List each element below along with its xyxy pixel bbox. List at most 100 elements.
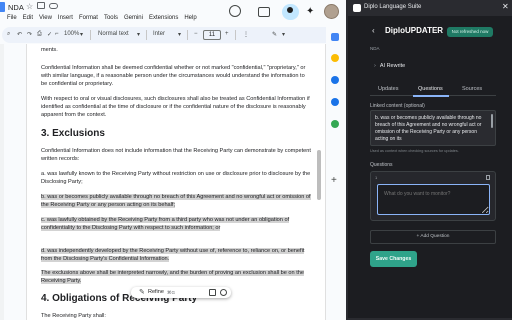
- font-size-input[interactable]: 11: [203, 30, 221, 40]
- share-people-icon[interactable]: [282, 4, 299, 20]
- refine-shortcut: ⌘G: [167, 289, 176, 295]
- delete-question-icon[interactable]: [486, 175, 490, 180]
- extension-title: Diplo Language Suite: [364, 4, 422, 10]
- tab-sources[interactable]: Sources: [462, 86, 482, 92]
- get-addons-icon[interactable]: +: [331, 175, 337, 186]
- menu-extensions[interactable]: Extensions: [149, 15, 178, 21]
- extension-titlebar: Diplo Language Suite ✕: [348, 0, 512, 16]
- paint-format-icon[interactable]: ⌐: [55, 31, 59, 37]
- emoji-reaction-icon[interactable]: [220, 289, 227, 296]
- menu-format[interactable]: Format: [79, 15, 98, 21]
- docs-toolbar: ⌕ ↶ ↷ ⎙ ✓ ⌐ 100% ▾ Normal text ▾ Inter ▾…: [2, 27, 342, 43]
- question-input[interactable]: [377, 184, 490, 215]
- panel-tabs: Updates Questions Sources: [370, 84, 496, 97]
- side-panel-icons: +: [326, 26, 346, 320]
- calendar-icon[interactable]: [331, 33, 339, 41]
- tab-updates[interactable]: Updates: [378, 86, 399, 92]
- paragraph-selected: The exclusions above shall be interprete…: [41, 269, 311, 285]
- list-item-selected: d. was independently developed by the Re…: [41, 247, 311, 263]
- list-item: a. was lawfully known to the Receiving P…: [41, 171, 311, 185]
- edit-mode-dropdown-icon[interactable]: ▾: [282, 31, 285, 38]
- menu-gemini[interactable]: Gemini: [124, 15, 143, 21]
- star-icon[interactable]: ☆: [26, 2, 33, 11]
- document-scrollbar[interactable]: [317, 150, 321, 200]
- toolbar-divider: [187, 30, 188, 40]
- docs-logo-icon[interactable]: [0, 2, 5, 12]
- more-options-icon[interactable]: ⋮: [243, 31, 249, 38]
- tab-questions[interactable]: Questions: [418, 86, 443, 92]
- cloud-status-icon[interactable]: [49, 3, 58, 9]
- menu-tools[interactable]: Tools: [104, 15, 118, 21]
- menu-bar: File Edit View Insert Format Tools Gemin…: [7, 15, 197, 21]
- zoom-dropdown-icon[interactable]: ▾: [80, 31, 83, 38]
- linked-content-field[interactable]: b. was or becomes publicly available thr…: [370, 110, 496, 146]
- selected-text[interactable]: b. was or becomes publicly available thr…: [41, 194, 311, 208]
- ai-rewrite-toggle[interactable]: › AI Rewrite: [374, 63, 405, 69]
- diplo-panel: Diplo Language Suite ✕ ‹ DiploUPDATER No…: [346, 0, 512, 320]
- close-icon[interactable]: ✕: [502, 2, 509, 11]
- menu-insert[interactable]: Insert: [58, 15, 73, 21]
- menu-view[interactable]: View: [39, 15, 52, 21]
- status-badge: Not refreshed now: [447, 27, 493, 37]
- zoom-select[interactable]: 100%: [64, 31, 79, 37]
- document-page[interactable]: ments. Confidential Information shall be…: [26, 44, 326, 320]
- style-dropdown-icon[interactable]: ▾: [137, 31, 140, 38]
- chevron-right-icon: ›: [374, 63, 376, 69]
- gemini-icon[interactable]: ✦: [306, 7, 314, 17]
- panel-title: DiploUPDATER: [385, 26, 444, 35]
- refine-popup: ✎ Refine ⌘G: [131, 287, 231, 298]
- questions-label: Questions: [370, 162, 393, 168]
- selected-text[interactable]: The exclusions above shall be interprete…: [41, 270, 304, 284]
- tasks-icon[interactable]: [331, 76, 339, 84]
- contacts-icon[interactable]: [331, 98, 339, 106]
- linked-content-scrollbar[interactable]: [491, 114, 493, 128]
- font-dropdown-icon[interactable]: ▾: [178, 31, 181, 38]
- refine-button[interactable]: Refine: [148, 289, 164, 295]
- selected-text[interactable]: c. was lawfully obtained by the Receivin…: [41, 217, 290, 231]
- comments-icon[interactable]: [258, 7, 270, 17]
- keep-icon[interactable]: [331, 54, 339, 62]
- move-folder-icon[interactable]: [37, 2, 45, 9]
- paragraph: Confidential Information shall be deemed…: [41, 65, 306, 87]
- docs-topbar: NDA ☆ File Edit View Insert Format Tools…: [0, 0, 346, 26]
- font-size-decrease-icon[interactable]: −: [194, 31, 198, 37]
- panel-header: ‹ DiploUPDATER Not refreshed now: [348, 22, 512, 42]
- back-icon[interactable]: ‹: [372, 26, 375, 35]
- question-number: 1: [375, 175, 378, 180]
- menu-help[interactable]: Help: [184, 15, 196, 21]
- menu-edit[interactable]: Edit: [23, 15, 33, 21]
- linked-content-label: Linked content (optional): [370, 103, 425, 109]
- linked-content-text: b. was or becomes publicly available thr…: [375, 115, 482, 142]
- refine-pencil-icon[interactable]: ✎: [139, 288, 145, 296]
- list-item-selected: b. was or becomes publicly available thr…: [41, 193, 311, 209]
- document-title[interactable]: NDA: [8, 3, 24, 12]
- version-history-icon[interactable]: [229, 5, 241, 17]
- paragraph: ments.: [41, 47, 58, 53]
- toolbar-divider: [146, 30, 147, 40]
- font-select[interactable]: Inter: [153, 31, 165, 37]
- vertical-ruler: [0, 44, 4, 320]
- search-menus-icon[interactable]: ⌕: [7, 31, 10, 38]
- linked-content-hint: Used as context when checking sources fo…: [370, 149, 459, 153]
- question-card: 1: [370, 171, 496, 221]
- maps-icon[interactable]: [331, 120, 339, 128]
- edit-mode-pencil-icon[interactable]: ✎: [272, 31, 277, 38]
- undo-icon[interactable]: ↶: [17, 31, 22, 38]
- document-label: NDA: [370, 46, 380, 51]
- selected-text[interactable]: d. was independently developed by the Re…: [41, 248, 305, 262]
- save-changes-button[interactable]: Save Changes: [370, 251, 417, 267]
- list-item-selected: c. was lawfully obtained by the Receivin…: [41, 216, 311, 232]
- spellcheck-icon[interactable]: ✓: [47, 31, 52, 38]
- toolbar-divider: [235, 30, 236, 40]
- style-select[interactable]: Normal text: [98, 31, 129, 37]
- paragraph: The Receiving Party shall:: [41, 313, 106, 319]
- redo-icon[interactable]: ↷: [27, 31, 32, 38]
- account-avatar[interactable]: [324, 4, 339, 19]
- docs-window: NDA ☆ File Edit View Insert Format Tools…: [0, 0, 346, 320]
- paragraph: With respect to oral or visual disclosur…: [41, 96, 310, 118]
- add-comment-icon[interactable]: [209, 289, 216, 296]
- font-size-increase-icon[interactable]: +: [225, 31, 229, 37]
- print-icon[interactable]: ⎙: [37, 31, 42, 38]
- add-question-button[interactable]: + Add Question: [370, 230, 496, 244]
- menu-file[interactable]: File: [7, 15, 17, 21]
